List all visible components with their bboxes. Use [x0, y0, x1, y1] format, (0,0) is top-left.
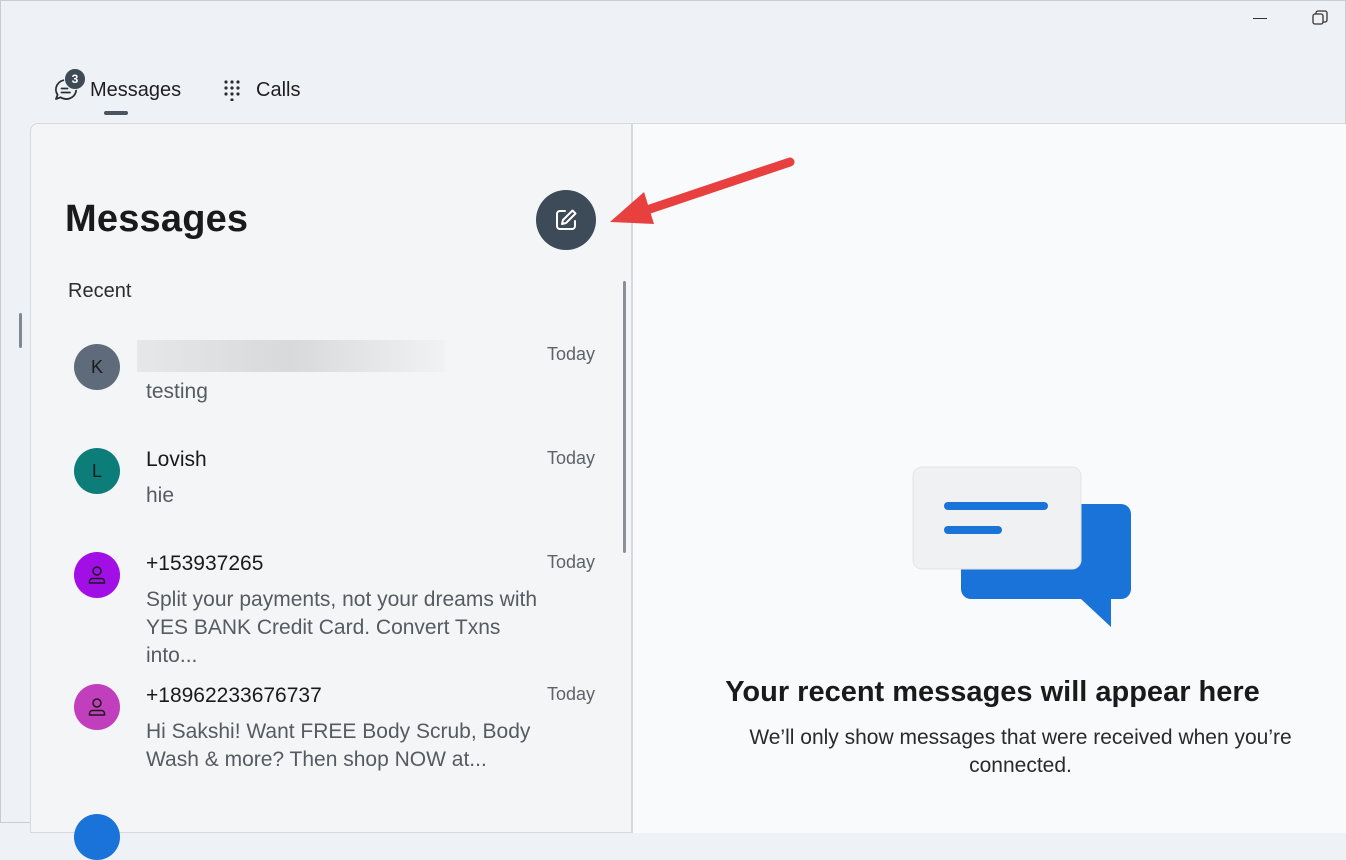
conversation-time: Today	[546, 684, 595, 704]
conversation-item[interactable]: K testing Today	[65, 340, 595, 444]
tab-calls-label: Calls	[256, 78, 301, 101]
person-icon	[88, 566, 106, 584]
person-icon	[88, 698, 106, 716]
empty-state-title: Your recent messages will appear here	[725, 676, 1260, 708]
conversation-name: +18962233676737	[146, 684, 322, 707]
tab-messages-label: Messages	[90, 78, 182, 101]
new-message-button[interactable]	[536, 190, 596, 250]
avatar	[74, 552, 120, 598]
restore-icon	[1312, 10, 1328, 25]
conversation-item[interactable]: L Lovish hie Today	[65, 448, 595, 548]
conversation-item[interactable]: +153937265 Split your payments, not your…	[65, 552, 595, 667]
unread-badge: 3	[64, 68, 86, 90]
avatar: L	[74, 448, 120, 494]
message-bubbles-illustration	[912, 466, 1131, 627]
active-tab-indicator	[104, 111, 128, 115]
tab-messages[interactable]: 3 Messages	[52, 68, 182, 110]
annotation-arrow	[610, 157, 795, 224]
chat-icon: 3	[52, 68, 86, 104]
avatar-letter: L	[91, 460, 102, 481]
minimize-button[interactable]	[1250, 8, 1270, 28]
dialpad-icon	[218, 76, 246, 104]
conversation-snippet: hie	[146, 484, 175, 507]
avatar	[74, 684, 120, 730]
list-scrollbar[interactable]	[623, 281, 626, 553]
recent-section-label: Recent	[68, 280, 132, 302]
conversation-time: Today	[546, 344, 595, 364]
page-title: Messages	[65, 198, 249, 240]
conversation-item[interactable]: +18962233676737 Hi Sakshi! Want FREE Bod…	[65, 684, 595, 784]
empty-state-subtitle: We’ll only show messages that were recei…	[749, 726, 1292, 777]
conversation-snippet: Split your payments, not your dreams wit…	[146, 588, 538, 667]
tab-calls[interactable]: Calls	[218, 70, 300, 110]
conversation-list-panel: Messages Recent K testing Today L Lovish…	[30, 123, 632, 860]
compose-icon	[556, 209, 577, 230]
restore-button[interactable]	[1310, 8, 1330, 28]
avatar: K	[74, 344, 120, 390]
redacted-contact-name	[137, 340, 445, 372]
avatar-letter: K	[90, 356, 103, 377]
conversation-name: Lovish	[146, 448, 207, 471]
conversation-snippet: testing	[146, 380, 208, 403]
conversation-time: Today	[546, 552, 595, 572]
conversation-snippet: Hi Sakshi! Want FREE Body Scrub, Body Wa…	[146, 720, 531, 771]
conversation-name: +153937265	[146, 552, 264, 575]
pane-resize-handle[interactable]	[19, 313, 22, 348]
avatar	[74, 814, 120, 860]
conversation-time: Today	[546, 448, 595, 468]
